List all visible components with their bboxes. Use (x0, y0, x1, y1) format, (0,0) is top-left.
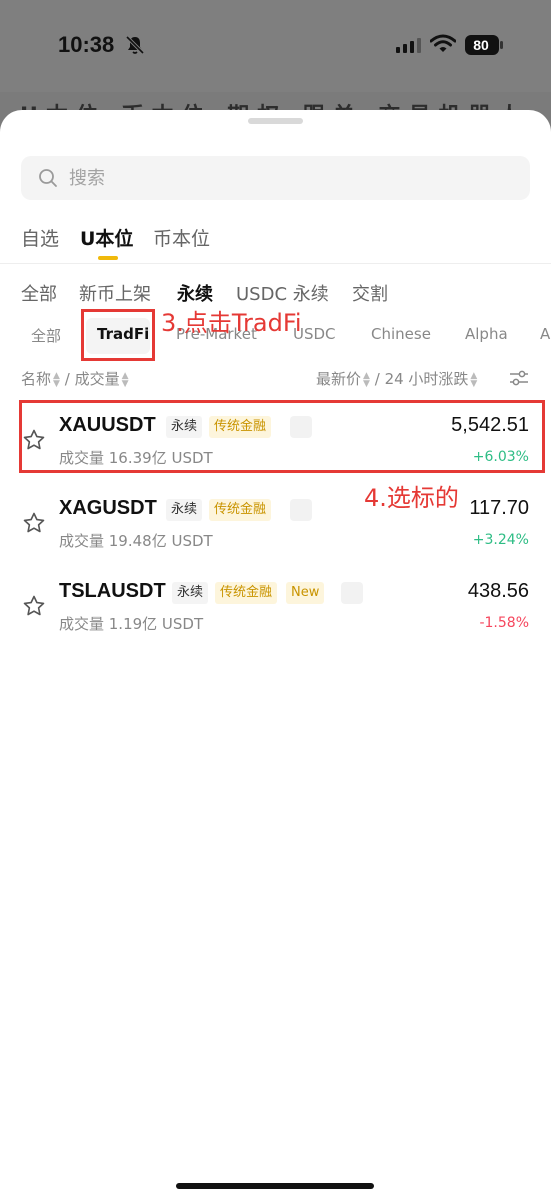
column-header-price[interactable]: 最新价 ▲ ▼ / 24 小时涨跌 ▲ ▼ (316, 368, 477, 389)
row-symbol: XAGUSDT (59, 497, 157, 519)
tab-coin-margined[interactable]: 币本位 (153, 224, 210, 251)
annotation-box-tradfi (81, 309, 155, 361)
column-header-name[interactable]: 名称 ▲ ▼ / 成交量 ▲ ▼ (21, 368, 129, 389)
row-change: -1.58% (479, 615, 529, 631)
sort-icon: ▲ ▼ (53, 370, 60, 389)
row-price: 117.70 (469, 497, 529, 519)
chip-all[interactable]: 全部 (31, 325, 61, 347)
annotation-step3: 3.点击TradFi (161, 309, 302, 337)
search-icon (39, 169, 57, 187)
search-input[interactable] (69, 156, 509, 200)
filter-settings-icon[interactable] (508, 367, 530, 389)
tab-favorites[interactable]: 自选 (21, 224, 59, 251)
badge-tradfi: 传统金融 (209, 499, 272, 521)
signal-icon (396, 38, 421, 53)
sort-icon: ▲ ▼ (470, 370, 478, 389)
row-price: 438.56 (467, 580, 529, 602)
column-sep: / (64, 370, 70, 388)
badge-placeholder (290, 499, 312, 521)
badge-placeholder (341, 582, 363, 604)
star-icon[interactable] (22, 511, 46, 535)
subtab-all[interactable]: 全部 (21, 280, 57, 306)
home-indicator[interactable] (176, 1183, 374, 1189)
badge-perpetual: 永续 (172, 582, 209, 604)
subtab-delivery[interactable]: 交割 (352, 280, 388, 306)
column-change-label: 24 小时涨跌 (384, 370, 469, 388)
badge-perpetual: 永续 (166, 499, 203, 521)
row-change: +3.24% (472, 532, 529, 548)
subtab-new-listing[interactable]: 新币上架 (79, 280, 151, 306)
row-volume: 成交量 1.19亿 USDT (59, 615, 204, 633)
sort-icon: ▲ ▼ (363, 370, 370, 389)
tab-usdt-margined[interactable]: U本位 (80, 224, 133, 251)
column-volume-label: 成交量 (74, 370, 120, 388)
search-bar[interactable] (21, 156, 530, 200)
badge-new: New (286, 582, 325, 604)
row-volume: 成交量 19.48亿 USDT (59, 532, 213, 550)
sheet-grabber[interactable] (248, 118, 303, 124)
column-name-label: 名称 (21, 370, 52, 388)
battery-level: 80 (473, 37, 489, 53)
badge-tradfi: 传统金融 (215, 582, 278, 604)
chip-chinese[interactable]: Chinese (371, 325, 431, 347)
column-sep2: / (374, 370, 380, 388)
market-picker-sheet: 自选 U本位 币本位 全部 新币上架 永续 USDC 永续 交割 全部 Trad… (0, 110, 551, 1200)
annotation-box-row (19, 400, 545, 473)
annotation-step4: 4.选标的 (364, 484, 459, 512)
bell-muted-icon (125, 35, 145, 55)
sort-icon: ▲ ▼ (121, 370, 129, 389)
status-bar: 10:38 80 (0, 0, 551, 92)
wifi-icon (430, 34, 456, 52)
status-time: 10:38 (58, 32, 115, 57)
column-price-label: 最新价 (316, 370, 362, 388)
star-icon[interactable] (22, 594, 46, 618)
chip-truncated[interactable]: A (540, 325, 550, 347)
row-symbol: TSLAUSDT (59, 580, 166, 602)
table-row[interactable]: XAGUSDT 永续 传统金融 成交量 19.48亿 USDT 117.70 +… (0, 485, 551, 567)
tabs-divider (0, 263, 551, 264)
active-tab-indicator (98, 256, 118, 260)
table-row[interactable]: TSLAUSDT 永续 传统金融 New 成交量 1.19亿 USDT 438.… (0, 568, 551, 650)
chip-alpha[interactable]: Alpha (465, 325, 508, 347)
